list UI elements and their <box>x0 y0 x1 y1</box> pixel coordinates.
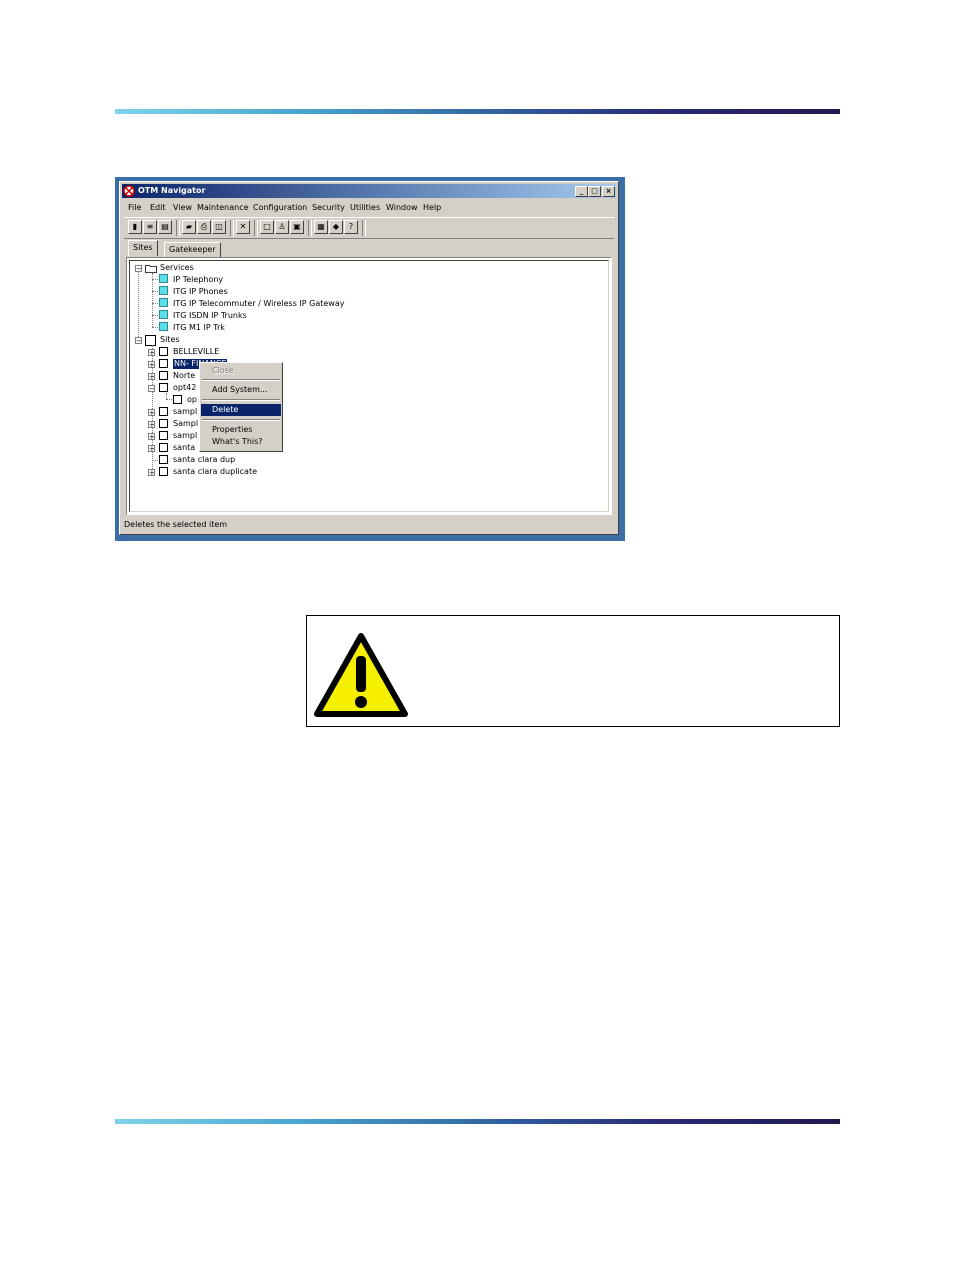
site-icon <box>159 467 168 476</box>
book-icon[interactable]: ◆ <box>329 220 343 234</box>
site-icon <box>159 407 168 416</box>
site-icon <box>159 419 168 428</box>
expand-icon[interactable]: + <box>148 421 155 429</box>
footer-rule <box>115 1119 840 1124</box>
window-title: OTM Navigator <box>138 186 206 195</box>
menu-view[interactable]: View <box>173 203 192 212</box>
otm-navigator-window: OTM Navigator _ □ × File Edit View Maint… <box>119 181 619 535</box>
service-itg-telecommuter[interactable]: ITG IP Telecommuter / Wireless IP Gatewa… <box>173 299 344 309</box>
expand-icon[interactable]: + <box>148 349 155 357</box>
sites-node[interactable]: Sites <box>160 335 180 345</box>
properties-icon[interactable]: ▤ <box>158 220 172 234</box>
menu-utilities[interactable]: Utilities <box>350 203 380 212</box>
collapse-services-icon[interactable]: − <box>135 265 142 273</box>
service-icon <box>159 310 168 319</box>
close-button[interactable]: × <box>602 186 615 197</box>
context-properties[interactable]: Properties <box>201 424 281 436</box>
context-menu: Close Add System... Delete Properties Wh… <box>199 362 283 452</box>
site-santa[interactable]: santa <box>173 443 195 453</box>
otm-navigator-screenshot: OTM Navigator _ □ × File Edit View Maint… <box>115 177 625 541</box>
report-icon[interactable]: ▦ <box>314 220 328 234</box>
menu-edit[interactable]: Edit <box>150 203 166 212</box>
site-icon <box>159 371 168 380</box>
print-icon[interactable]: ⎙ <box>197 220 211 234</box>
folder-icon <box>145 265 157 273</box>
site-santa-clara-dup[interactable]: santa clara dup <box>173 455 235 465</box>
expand-icon[interactable]: + <box>148 361 155 369</box>
menu-window[interactable]: Window <box>386 203 418 212</box>
window-icon[interactable]: □ <box>260 220 274 234</box>
sites-icon <box>145 335 156 346</box>
terminal-icon[interactable]: ▣ <box>290 220 304 234</box>
expand-icon[interactable]: + <box>148 445 155 453</box>
site-sampl-2[interactable]: Sampl <box>173 419 198 429</box>
site-icon <box>159 455 168 464</box>
user-icon[interactable]: ♙ <box>275 220 289 234</box>
whats-this-icon[interactable]: ? <box>344 220 358 234</box>
minimize-button[interactable]: _ <box>575 186 588 197</box>
menu-file[interactable]: File <box>128 203 141 212</box>
site-norte[interactable]: Norte <box>173 371 195 381</box>
tab-sites[interactable]: Sites <box>128 240 158 256</box>
service-itg-m1-ip-trk[interactable]: ITG M1 IP Trk <box>173 323 225 333</box>
expand-icon[interactable]: + <box>148 433 155 441</box>
menu-security[interactable]: Security <box>312 203 345 212</box>
menu-configuration[interactable]: Configuration <box>253 203 307 212</box>
chart-icon[interactable]: ▮ <box>128 220 142 234</box>
site-santa-clara-duplicate[interactable]: santa clara duplicate <box>173 467 257 477</box>
menu-maintenance[interactable]: Maintenance <box>197 203 249 212</box>
status-bar: Deletes the selected item <box>124 520 228 529</box>
site-icon <box>159 431 168 440</box>
expand-icon[interactable]: + <box>148 373 155 381</box>
site-icon <box>159 443 168 452</box>
collapse-icon[interactable]: − <box>148 385 155 393</box>
expand-icon[interactable]: + <box>148 469 155 477</box>
open-folder-icon[interactable]: ▰ <box>182 220 196 234</box>
menu-bar: File Edit View Maintenance Configuration… <box>124 202 614 214</box>
list-icon[interactable]: ≡ <box>143 220 157 234</box>
tab-gatekeeper-zones[interactable]: Gatekeeper Zones <box>164 242 221 268</box>
site-icon <box>159 347 168 356</box>
site-icon <box>159 359 168 368</box>
site-opt42[interactable]: opt42 <box>173 383 196 393</box>
toolbar: ▮ ≡ ▤ ▰ ⎙ ◫ ✕ □ ♙ ▣ ▦ ◆ ? <box>124 217 614 239</box>
context-whats-this[interactable]: What's This? <box>201 436 281 448</box>
system-op[interactable]: op <box>187 395 197 405</box>
caution-box <box>306 615 840 727</box>
title-bar[interactable]: OTM Navigator _ □ × <box>122 184 616 198</box>
system-icon <box>173 395 182 404</box>
services-node[interactable]: Services <box>160 263 194 273</box>
app-icon <box>123 185 135 197</box>
delete-icon[interactable]: ✕ <box>236 220 250 234</box>
collapse-sites-icon[interactable]: − <box>135 337 142 345</box>
site-sampl-3[interactable]: sampl <box>173 431 197 441</box>
service-ip-telephony[interactable]: IP Telephony <box>173 275 223 285</box>
service-icon <box>159 286 168 295</box>
site-sampl[interactable]: sampl <box>173 407 197 417</box>
service-icon <box>159 274 168 283</box>
expand-icon[interactable]: + <box>148 409 155 417</box>
context-close[interactable]: Close <box>201 365 281 377</box>
warning-icon <box>314 633 408 717</box>
print-preview-icon[interactable]: ◫ <box>212 220 226 234</box>
maximize-button[interactable]: □ <box>588 186 601 197</box>
service-icon <box>159 298 168 307</box>
header-rule <box>115 109 840 114</box>
context-delete[interactable]: Delete <box>201 404 281 416</box>
menu-help[interactable]: Help <box>423 203 441 212</box>
context-add-system[interactable]: Add System... <box>201 384 281 396</box>
service-itg-isdn-trunks[interactable]: ITG ISDN IP Trunks <box>173 311 247 321</box>
service-icon <box>159 322 168 331</box>
site-belleville[interactable]: BELLEVILLE <box>173 347 219 357</box>
service-itg-ip-phones[interactable]: ITG IP Phones <box>173 287 228 297</box>
site-icon <box>159 383 168 392</box>
